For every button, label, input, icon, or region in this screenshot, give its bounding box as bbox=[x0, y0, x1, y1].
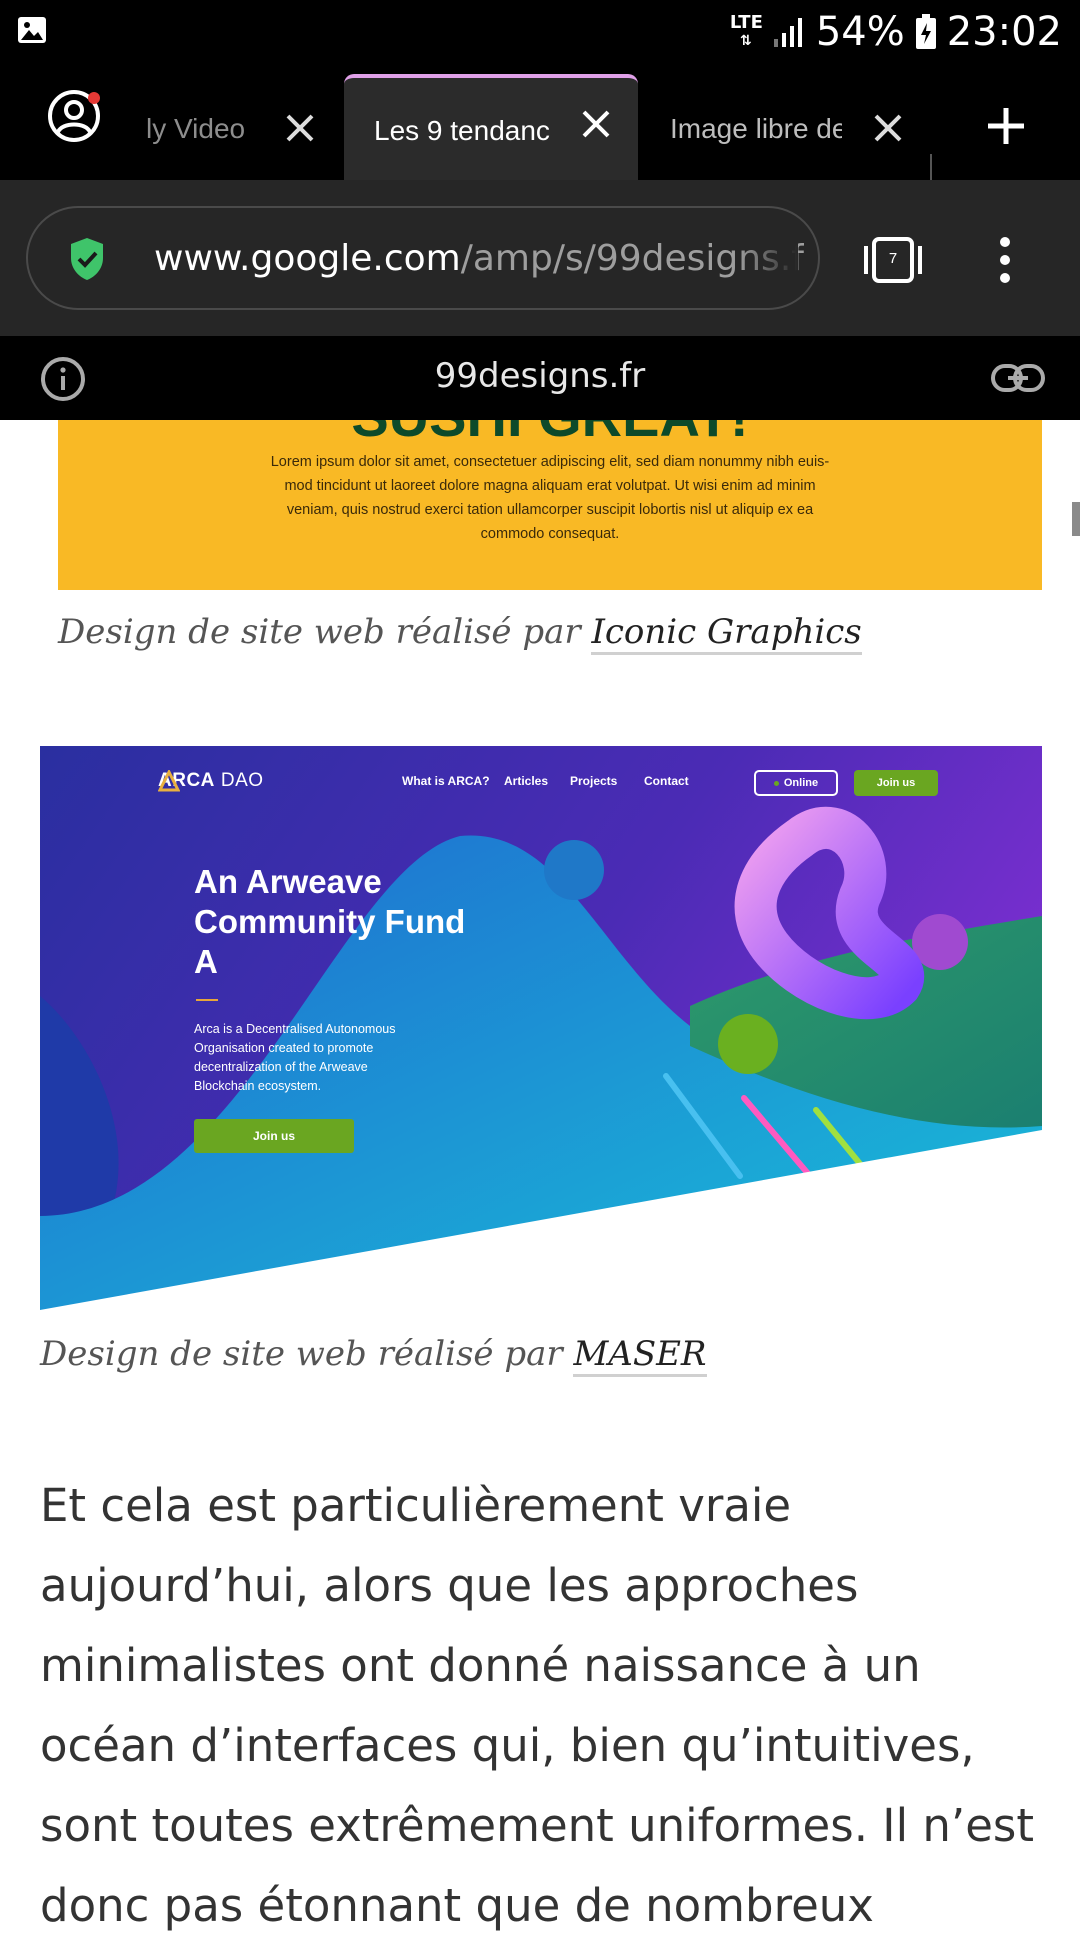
battery-percent: 54% bbox=[815, 9, 905, 55]
online-label: Online bbox=[783, 777, 819, 789]
tab-label: ly Video bbox=[146, 113, 246, 144]
designer-link-maser[interactable]: MASER bbox=[573, 1334, 707, 1377]
site-domain: 99designs.fr bbox=[434, 356, 646, 396]
site-info-bar: 99designs.fr bbox=[0, 336, 1080, 420]
arca-nav-contact: Contact bbox=[644, 774, 689, 788]
link-icon[interactable] bbox=[990, 360, 1046, 396]
sushi-lorem-text: Lorem ipsum dolor sit amet, consectetuer… bbox=[270, 454, 830, 542]
url-text: www.google.com/amp/s/99designs.fr/blo bbox=[154, 238, 804, 279]
close-tab-icon[interactable] bbox=[868, 108, 908, 148]
arca-logo-icon bbox=[158, 770, 180, 792]
tab-image[interactable]: Image libre de bbox=[640, 78, 930, 180]
arca-nav-projects: Projects bbox=[570, 774, 618, 788]
account-icon[interactable] bbox=[46, 88, 102, 144]
url-host: www.google.com bbox=[154, 238, 461, 279]
new-tab-icon[interactable] bbox=[984, 104, 1028, 148]
arca-nav-articles: Articles bbox=[504, 774, 549, 788]
arca-join-top-button: Join us bbox=[854, 770, 938, 796]
signal-icon bbox=[773, 18, 802, 47]
logo-thin: DAO bbox=[220, 770, 264, 791]
status-bar: LTE ⇅ 54% 23:02 bbox=[0, 0, 1080, 64]
sushi-website-image: SUSHI GREAT! Lorem ipsum dolor sit amet,… bbox=[58, 420, 1042, 590]
article-paragraph: Et cela est particulièrement vraie aujou… bbox=[40, 1479, 1034, 1932]
sushi-headline: SUSHI GREAT! bbox=[58, 420, 1042, 449]
tab-label: Les 9 tendanc bbox=[374, 115, 550, 146]
more-menu-icon[interactable] bbox=[994, 234, 1016, 286]
page-scrollbar[interactable] bbox=[1072, 502, 1080, 536]
arca-description: Arca is a Decentralised Autonomous Organ… bbox=[194, 1022, 396, 1093]
secure-shield-icon[interactable] bbox=[68, 236, 106, 282]
arca-join-button: Join us bbox=[194, 1119, 354, 1153]
network-type: LTE ⇅ bbox=[729, 12, 763, 50]
arcadao-logo: ARCA DAO bbox=[158, 770, 264, 792]
arca-online-badge: Online bbox=[754, 770, 838, 796]
close-tab-icon[interactable] bbox=[280, 108, 320, 148]
gallery-notification-icon bbox=[18, 17, 46, 43]
arcadao-website-image: ARCA DAO What is ARCA? Articles Projects … bbox=[40, 746, 1042, 1310]
tab-strip: ly Video Les 9 tendanc Image libre de bbox=[0, 64, 1080, 218]
online-dot-icon bbox=[773, 780, 779, 786]
arca-nav-what-is: What is ARCA? bbox=[402, 774, 490, 788]
close-tab-icon[interactable] bbox=[576, 104, 616, 144]
url-field[interactable]: www.google.com/amp/s/99designs.fr/blo bbox=[26, 206, 820, 310]
caption-prefix: Design de site web réalisé par bbox=[58, 612, 592, 652]
caption-prefix: Design de site web réalisé par bbox=[40, 1334, 574, 1374]
arca-headline-rule bbox=[196, 999, 218, 1001]
arcadao-background bbox=[40, 746, 1042, 1310]
designer-link-iconic-graphics[interactable]: Iconic Graphics bbox=[591, 612, 862, 655]
clock: 23:02 bbox=[946, 9, 1062, 55]
tab-active[interactable]: Les 9 tendanc bbox=[344, 74, 638, 184]
tab-label: Image libre de bbox=[670, 113, 842, 144]
address-bar: www.google.com/amp/s/99designs.fr/blo 7 bbox=[0, 180, 1080, 336]
tab-switcher-button[interactable]: 7 bbox=[862, 236, 924, 284]
status-indicators: LTE ⇅ 54% 23:02 bbox=[730, 6, 1062, 58]
battery-charging-icon bbox=[915, 14, 936, 49]
image-caption-1: Design de site web réalisé par Iconic Gr… bbox=[58, 612, 862, 655]
arca-headline: An Arweave Community Fund A bbox=[194, 863, 466, 980]
image-caption-2: Design de site web réalisé par MASER bbox=[40, 1334, 707, 1377]
url-fade bbox=[738, 218, 798, 298]
tab-count: 7 bbox=[888, 250, 898, 267]
tab-video[interactable]: ly Video bbox=[146, 78, 342, 180]
